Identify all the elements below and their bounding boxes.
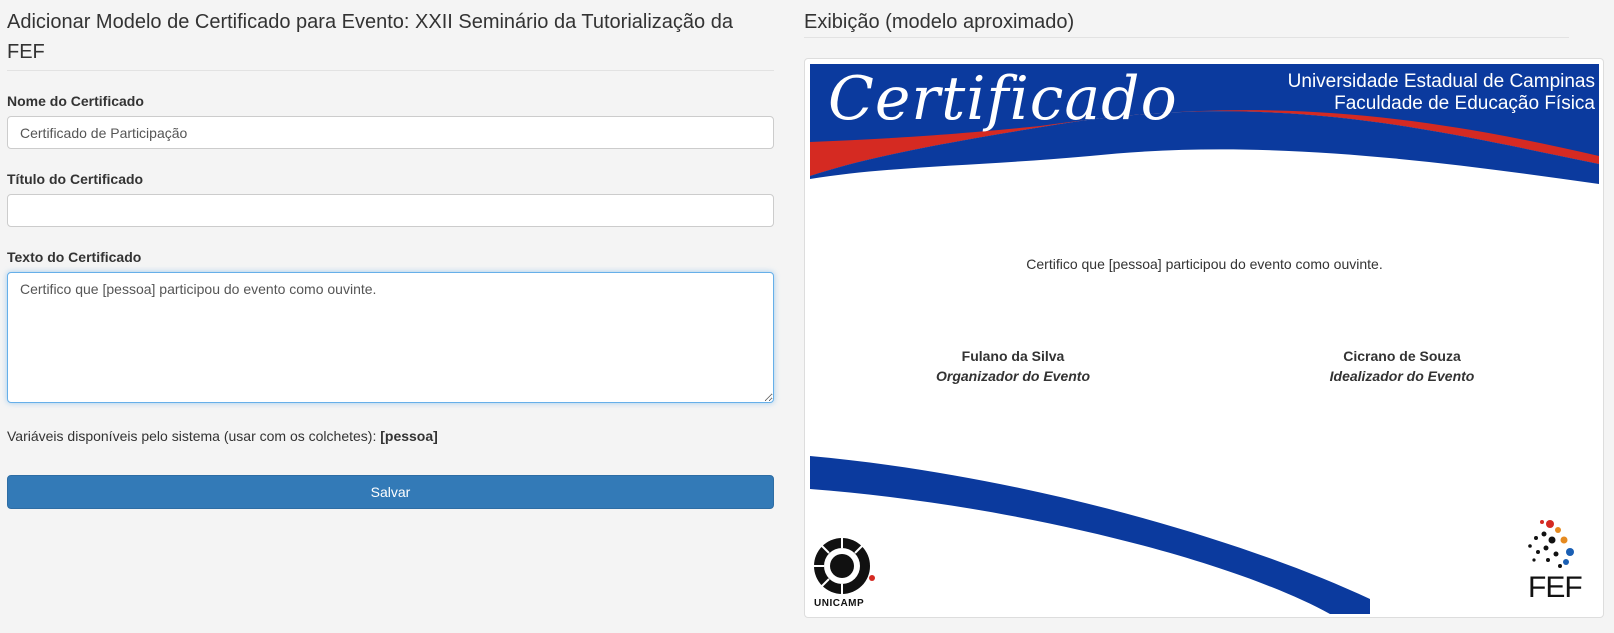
save-button[interactable]: Salvar (7, 475, 774, 509)
certificate-heading: Certificado (828, 64, 1178, 134)
certificate-form: Adicionar Modelo de Certificado para Eve… (7, 0, 774, 509)
signer-1-role: Organizador do Evento (935, 368, 1090, 384)
signer-1-name: Fulano da Silva (961, 348, 1065, 364)
signer-1: Fulano da Silva Organizador do Evento (883, 346, 1143, 386)
fef-logo-icon (1528, 520, 1574, 568)
bottom-swoosh (810, 456, 1370, 614)
unicamp-logo-icon (814, 538, 875, 594)
institution-name: Universidade Estadual de Campinas Faculd… (1288, 71, 1595, 115)
variables-help-text: Variáveis disponíveis pelo sistema (usar… (7, 428, 377, 444)
university-name: Universidade Estadual de Campinas (1287, 71, 1595, 92)
certificate-title-label: Título do Certificado (7, 171, 144, 187)
certificate-title-input[interactable] (7, 194, 774, 227)
unicamp-logo-text: UNICAMP (814, 598, 865, 609)
certificate-text-textarea[interactable]: Certifico que [pessoa] participou do eve… (7, 272, 774, 403)
preview-title: Exibição (modelo aproximado) (804, 7, 1569, 38)
signer-2-role: Idealizador do Evento (1329, 368, 1475, 384)
certificate-text-label: Texto do Certificado (7, 249, 142, 265)
fef-logo-text: FEF (1528, 571, 1583, 604)
page-title: Adicionar Modelo de Certificado para Eve… (7, 7, 774, 71)
certificate-body-text: Certifico que [pessoa] participou do eve… (1026, 256, 1383, 272)
signer-2: Cicrano de Souza Idealizador do Evento (1272, 346, 1532, 386)
certificate-preview-frame: Certificado Universidade Estadual de Cam… (804, 58, 1604, 618)
variables-help: Variáveis disponíveis pelo sistema (usar… (7, 427, 774, 445)
faculty-name: Faculdade de Educação Física (1334, 93, 1595, 114)
certificate-preview: Certificado Universidade Estadual de Cam… (810, 64, 1599, 614)
variables-help-value: [pessoa] (380, 428, 438, 444)
signer-2-name: Cicrano de Souza (1343, 348, 1461, 364)
preview-panel: Exibição (modelo aproximado) Certificado… (804, 0, 1606, 618)
certificate-name-input[interactable] (7, 116, 774, 149)
certificate-name-label: Nome do Certificado (7, 93, 144, 109)
certificate-background (810, 64, 1599, 614)
